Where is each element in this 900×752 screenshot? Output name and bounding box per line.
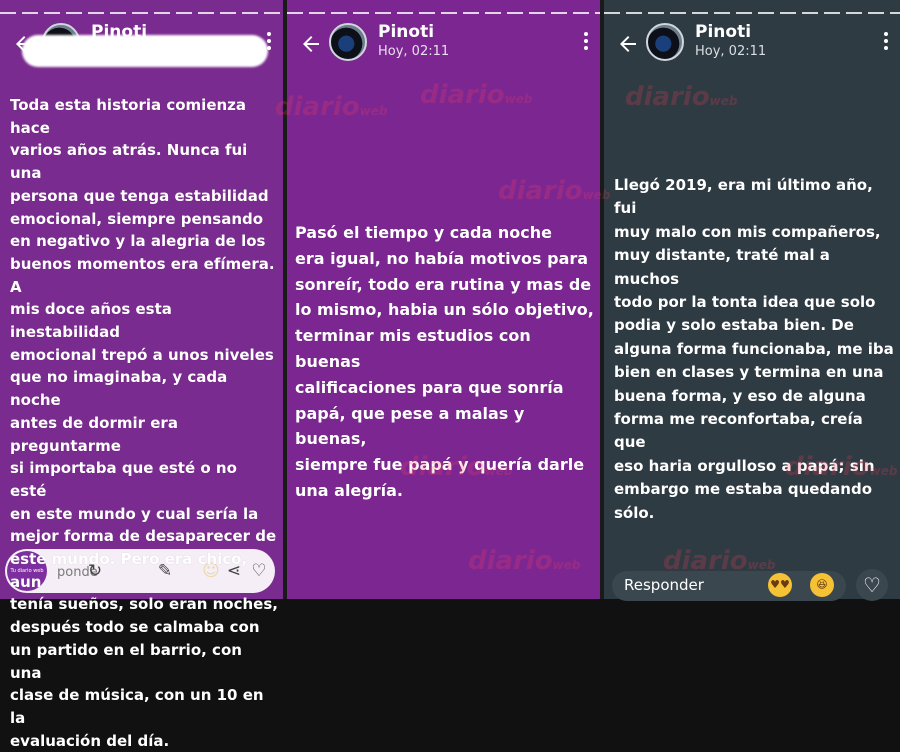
username[interactable]: Pinoti bbox=[378, 22, 434, 42]
arrow-left-icon[interactable] bbox=[616, 32, 640, 56]
timestamp: Hoy, 02:11 bbox=[378, 44, 450, 59]
story-text-3: Llegó 2019, era mi último año, fui muy m… bbox=[614, 176, 894, 522]
timestamp: Hoy, 02:11 bbox=[695, 44, 767, 59]
heart-icon[interactable]: ♡ bbox=[856, 569, 888, 601]
avatar[interactable] bbox=[646, 23, 684, 61]
reply-bar[interactable]: Responder ♥♥ 😆 bbox=[612, 571, 846, 601]
story-header: Pinoti bbox=[0, 22, 283, 74]
story-progress-bar bbox=[0, 12, 283, 14]
laughing-emoji-icon[interactable]: 😆 bbox=[810, 573, 834, 597]
story-header: Pinoti Hoy, 02:11 bbox=[287, 22, 600, 74]
avatar[interactable] bbox=[329, 23, 367, 61]
redaction-blur bbox=[22, 35, 268, 67]
reply-placeholder[interactable]: Responder bbox=[624, 576, 704, 594]
story-progress-bar bbox=[604, 12, 900, 14]
story-header: Pinoti Hoy, 02:11 bbox=[604, 22, 900, 74]
arrow-left-icon[interactable] bbox=[299, 32, 323, 56]
story-progress-bar bbox=[287, 12, 600, 14]
story-text-1: Toda esta historia comienza hace varios … bbox=[10, 96, 278, 750]
story-text-2: Pasó el tiempo y cada noche era igual, n… bbox=[295, 223, 594, 500]
kebab-menu-icon[interactable] bbox=[884, 32, 888, 50]
kebab-menu-icon[interactable] bbox=[584, 32, 588, 50]
heart-eyes-emoji-icon[interactable]: ♥♥ bbox=[768, 573, 792, 597]
username[interactable]: Pinoti bbox=[695, 22, 751, 42]
